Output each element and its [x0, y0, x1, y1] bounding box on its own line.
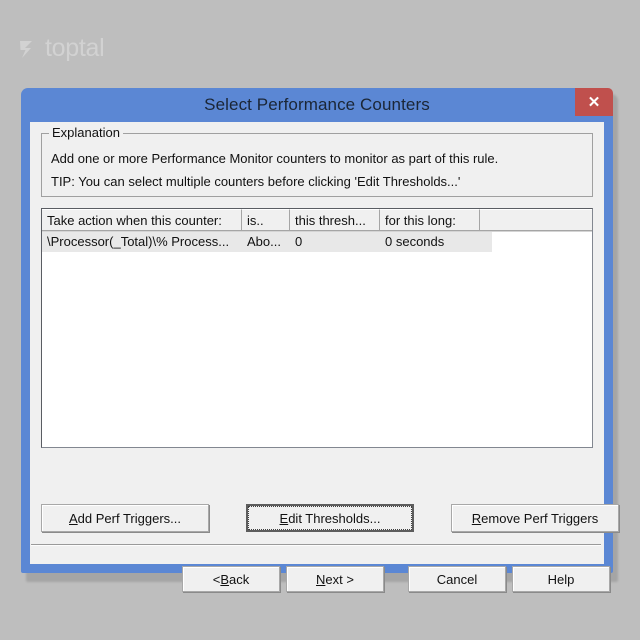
back-label: ack [229, 571, 250, 587]
cell-duration: 0 seconds [385, 234, 445, 249]
dialog-body: Explanation Add one or more Performance … [30, 122, 619, 592]
next-accel: N [316, 571, 326, 587]
cell-threshold: 0 [295, 234, 303, 249]
edit-thresholds-accel: E [279, 510, 289, 526]
back-prefix: < [212, 571, 221, 587]
toptal-watermark: toptal [18, 34, 105, 62]
explanation-legend: Explanation [49, 125, 123, 140]
help-button[interactable]: Help [512, 566, 610, 592]
edit-thresholds-button[interactable]: Edit Thresholds... [246, 504, 414, 532]
add-perf-triggers-button[interactable]: Add Perf Triggers... [41, 504, 209, 532]
close-icon[interactable]: ✕ [575, 88, 613, 116]
toptal-wordmark: toptal [45, 34, 105, 62]
footer-separator [31, 544, 601, 546]
column-header-duration[interactable]: for this long: [380, 209, 480, 231]
remove-perf-triggers-button[interactable]: Remove Perf Triggers [451, 504, 619, 532]
cancel-label: Cancel [436, 571, 478, 587]
column-header-empty[interactable] [480, 209, 592, 231]
explanation-groupbox: Explanation Add one or more Performance … [41, 125, 593, 197]
help-label: Help [547, 571, 575, 587]
column-header-is[interactable]: is.. [242, 209, 290, 231]
remove-perf-triggers-label: emove Perf Triggers [481, 510, 599, 526]
cell-counter: \Processor(_Total)\% Process... [47, 234, 230, 249]
next-button[interactable]: Next > [286, 566, 384, 592]
dialog-titlebar[interactable]: Select Performance Counters ✕ [21, 88, 613, 122]
next-label: ext > [325, 571, 354, 587]
column-header-counter[interactable]: Take action when this counter: [42, 209, 242, 231]
explanation-line-1: Add one or more Performance Monitor coun… [51, 151, 499, 166]
listview-header: Take action when this counter: is.. this… [42, 209, 592, 232]
explanation-line-2: TIP: You can select multiple counters be… [51, 174, 461, 189]
cell-is: Abo... [247, 234, 281, 249]
dialog-title: Select Performance Counters [204, 95, 430, 114]
table-row[interactable]: \Processor(_Total)\% Process... Abo... 0… [42, 232, 492, 252]
remove-perf-triggers-accel: R [471, 510, 482, 526]
back-button[interactable]: < Back [182, 566, 280, 592]
cancel-button[interactable]: Cancel [408, 566, 506, 592]
back-accel: B [220, 571, 230, 587]
column-header-threshold[interactable]: this thresh... [290, 209, 380, 231]
toptal-chevron-icon [18, 38, 38, 60]
add-perf-triggers-label: dd Perf Triggers... [77, 510, 181, 526]
add-perf-triggers-accel: A [69, 510, 78, 526]
counters-listview[interactable]: Take action when this counter: is.. this… [41, 208, 593, 448]
edit-thresholds-label: dit Thresholds... [288, 510, 381, 526]
select-performance-counters-dialog: Select Performance Counters ✕ Explanatio… [21, 88, 619, 592]
